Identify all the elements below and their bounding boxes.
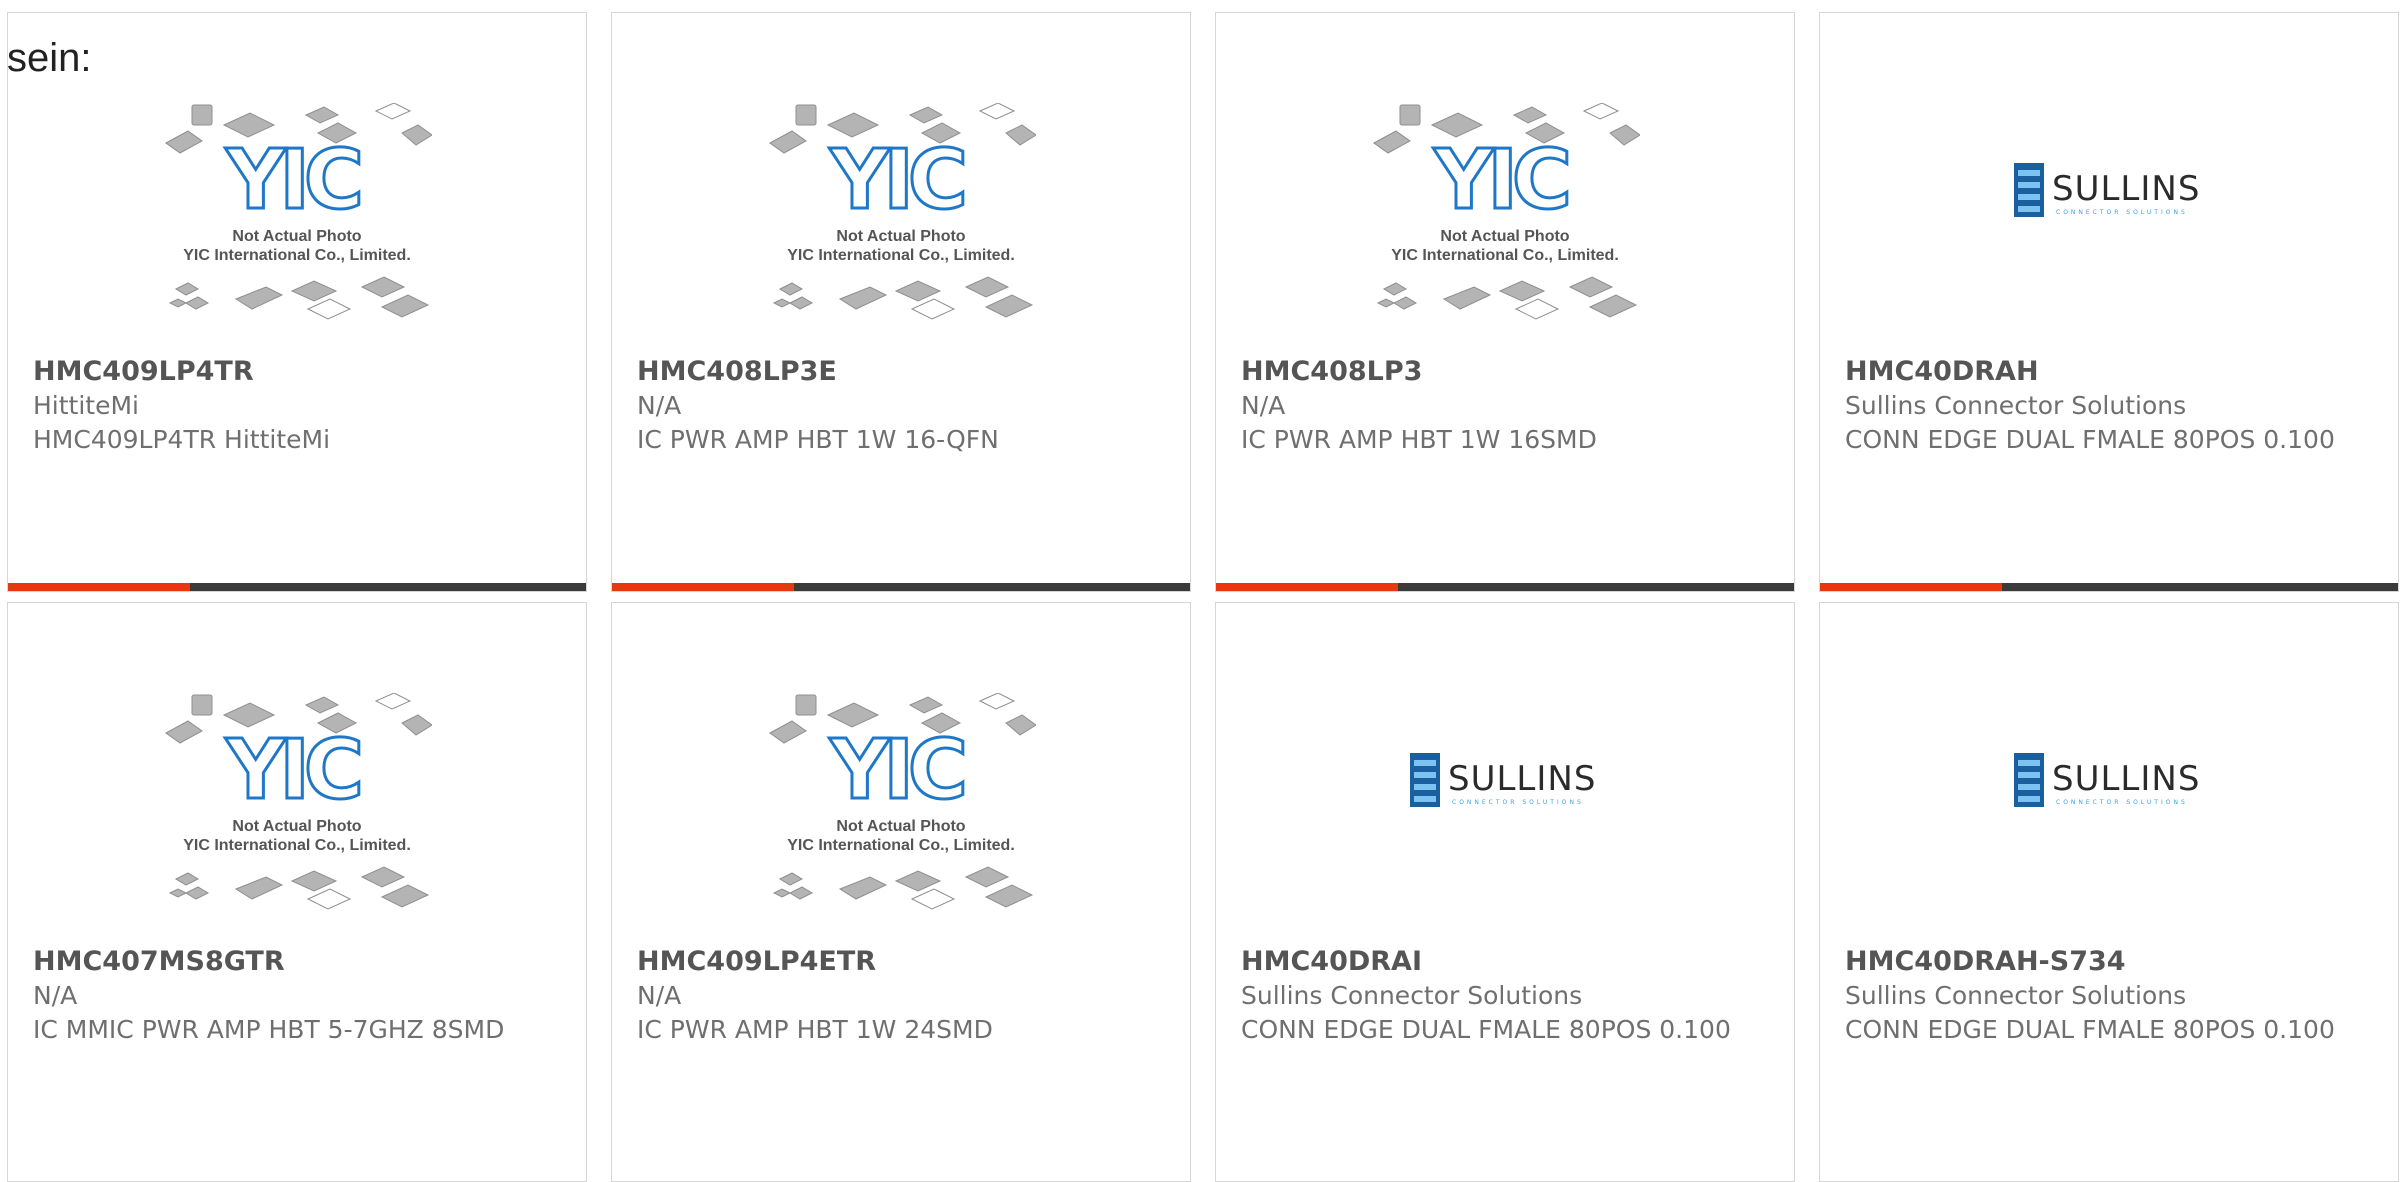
yic-note-line1: Not Actual Photo [232, 228, 361, 245]
manufacturer-text: Sullins Connector Solutions [1845, 391, 2187, 420]
card-bottom-accent [1820, 583, 2002, 591]
description-text: HMC409LP4TR HittiteMi [33, 425, 331, 454]
card-bottom-bar [1820, 583, 2398, 591]
sullins-tagline: CONNECTOR SOLUTIONS [2056, 799, 2188, 806]
yic-note-line1: Not Actual Photo [232, 818, 361, 835]
sullins-logo-svg: SULLINS CONNECTOR SOLUTIONS [1410, 753, 1596, 807]
product-card[interactable]: SULLINS CONNECTOR SOLUTIONS HMC40DRAH Su… [1819, 12, 2399, 592]
card-bottom-accent [1216, 583, 1398, 591]
manufacturer-text: Sullins Connector Solutions [1845, 981, 2187, 1010]
description-text: CONN EDGE DUAL FMALE 80POS 0.100 [1845, 1015, 2335, 1044]
product-info: HMC409LP4ETR N/A IC PWR AMP HBT 1W 24SMD [637, 945, 1170, 1047]
product-grid: YIC Not Actual Photo YIC International C… [7, 12, 2400, 1182]
manufacturer-text: N/A [1241, 391, 1286, 420]
product-image-yic-placeholder[interactable]: YIC Not Actual Photo YIC International C… [162, 693, 432, 933]
product-info: HMC40DRAH Sullins Connector Solutions CO… [1845, 355, 2378, 457]
part-number-link[interactable]: HMC408LP3E [637, 355, 1170, 389]
description-text: IC PWR AMP HBT 1W 16-QFN [637, 425, 999, 454]
yic-note-line1: Not Actual Photo [836, 818, 965, 835]
part-number-link[interactable]: HMC40DRAH-S734 [1845, 945, 2378, 979]
manufacturer-text: N/A [33, 981, 78, 1010]
product-card[interactable]: SULLINS CONNECTOR SOLUTIONS HMC40DRAH-S7… [1819, 602, 2399, 1182]
card-bottom-bar [8, 583, 586, 591]
card-bottom-accent [612, 583, 794, 591]
part-number-link[interactable]: HMC409LP4TR [33, 355, 566, 389]
yic-placeholder-svg: YIC Not Actual Photo YIC International C… [769, 693, 1036, 910]
sullins-tagline: CONNECTOR SOLUTIONS [1452, 799, 1584, 806]
sullins-brand: SULLINS [2052, 759, 2200, 799]
yic-brand-mark: YIC [225, 133, 359, 228]
part-number-link[interactable]: HMC408LP3 [1241, 355, 1774, 389]
manufacturer-text: N/A [637, 391, 682, 420]
part-number-link[interactable]: HMC409LP4ETR [637, 945, 1170, 979]
yic-note-line2: YIC International Co., Limited. [787, 247, 1015, 264]
yic-note-line2: YIC International Co., Limited. [183, 837, 411, 854]
product-image-yic-placeholder[interactable]: YIC Not Actual Photo YIC International C… [1370, 103, 1640, 343]
sullins-tagline: CONNECTOR SOLUTIONS [2056, 209, 2188, 216]
yic-note-line2: YIC International Co., Limited. [1391, 247, 1619, 264]
part-number-link[interactable]: HMC40DRAH [1845, 355, 2378, 389]
sullins-brand: SULLINS [1448, 759, 1596, 799]
yic-note-line1: Not Actual Photo [1440, 228, 1569, 245]
yic-brand-mark: YIC [829, 133, 963, 228]
product-info: HMC40DRAI Sullins Connector Solutions CO… [1241, 945, 1774, 1047]
manufacturer-text: HittiteMi [33, 391, 139, 420]
product-image-sullins-logo[interactable]: SULLINS CONNECTOR SOLUTIONS [2004, 153, 2214, 233]
sullins-logo-svg: SULLINS CONNECTOR SOLUTIONS [2014, 753, 2200, 807]
product-image-sullins-logo[interactable]: SULLINS CONNECTOR SOLUTIONS [2004, 743, 2214, 823]
card-bottom-bar [612, 583, 1190, 591]
product-info: HMC40DRAH-S734 Sullins Connector Solutio… [1845, 945, 2378, 1047]
yic-note-line1: Not Actual Photo [836, 228, 965, 245]
yic-brand-mark: YIC [829, 723, 963, 818]
product-card[interactable]: SULLINS CONNECTOR SOLUTIONS HMC40DRAI Su… [1215, 602, 1795, 1182]
description-text: IC PWR AMP HBT 1W 16SMD [1241, 425, 1597, 454]
intro-text: sein: [7, 36, 92, 80]
sullins-logo-svg: SULLINS CONNECTOR SOLUTIONS [2014, 163, 2200, 217]
yic-note-line2: YIC International Co., Limited. [787, 837, 1015, 854]
product-card[interactable]: YIC Not Actual Photo YIC International C… [611, 12, 1191, 592]
yic-placeholder-svg: YIC Not Actual Photo YIC International C… [165, 103, 432, 320]
product-card[interactable]: YIC Not Actual Photo YIC International C… [7, 602, 587, 1182]
product-info: HMC408LP3E N/A IC PWR AMP HBT 1W 16-QFN [637, 355, 1170, 457]
yic-placeholder-svg: YIC Not Actual Photo YIC International C… [165, 693, 432, 910]
yic-note-line2: YIC International Co., Limited. [183, 247, 411, 264]
product-card[interactable]: YIC Not Actual Photo YIC International C… [1215, 12, 1795, 592]
description-text: IC MMIC PWR AMP HBT 5-7GHZ 8SMD [33, 1015, 505, 1044]
yic-placeholder-svg: YIC Not Actual Photo YIC International C… [769, 103, 1036, 320]
sullins-brand: SULLINS [2052, 169, 2200, 209]
product-info: HMC409LP4TR HittiteMi HMC409LP4TR Hittit… [33, 355, 566, 457]
manufacturer-text: N/A [637, 981, 682, 1010]
manufacturer-text: Sullins Connector Solutions [1241, 981, 1583, 1010]
product-image-yic-placeholder[interactable]: YIC Not Actual Photo YIC International C… [766, 693, 1036, 933]
description-text: CONN EDGE DUAL FMALE 80POS 0.100 [1845, 425, 2335, 454]
product-card[interactable]: YIC Not Actual Photo YIC International C… [611, 602, 1191, 1182]
product-image-sullins-logo[interactable]: SULLINS CONNECTOR SOLUTIONS [1400, 743, 1610, 823]
product-image-yic-placeholder[interactable]: YIC Not Actual Photo YIC International C… [766, 103, 1036, 343]
card-bottom-accent [8, 583, 190, 591]
product-info: HMC407MS8GTR N/A IC MMIC PWR AMP HBT 5-7… [33, 945, 566, 1047]
product-info: HMC408LP3 N/A IC PWR AMP HBT 1W 16SMD [1241, 355, 1774, 457]
product-image-yic-placeholder[interactable]: YIC Not Actual Photo YIC International C… [162, 103, 432, 343]
yic-placeholder-svg: YIC Not Actual Photo YIC International C… [1373, 103, 1640, 320]
description-text: CONN EDGE DUAL FMALE 80POS 0.100 [1241, 1015, 1731, 1044]
part-number-link[interactable]: HMC407MS8GTR [33, 945, 566, 979]
yic-brand-mark: YIC [225, 723, 359, 818]
yic-brand-mark: YIC [1433, 133, 1567, 228]
card-bottom-bar [1216, 583, 1794, 591]
product-card[interactable]: YIC Not Actual Photo YIC International C… [7, 12, 587, 592]
part-number-link[interactable]: HMC40DRAI [1241, 945, 1774, 979]
description-text: IC PWR AMP HBT 1W 24SMD [637, 1015, 993, 1044]
